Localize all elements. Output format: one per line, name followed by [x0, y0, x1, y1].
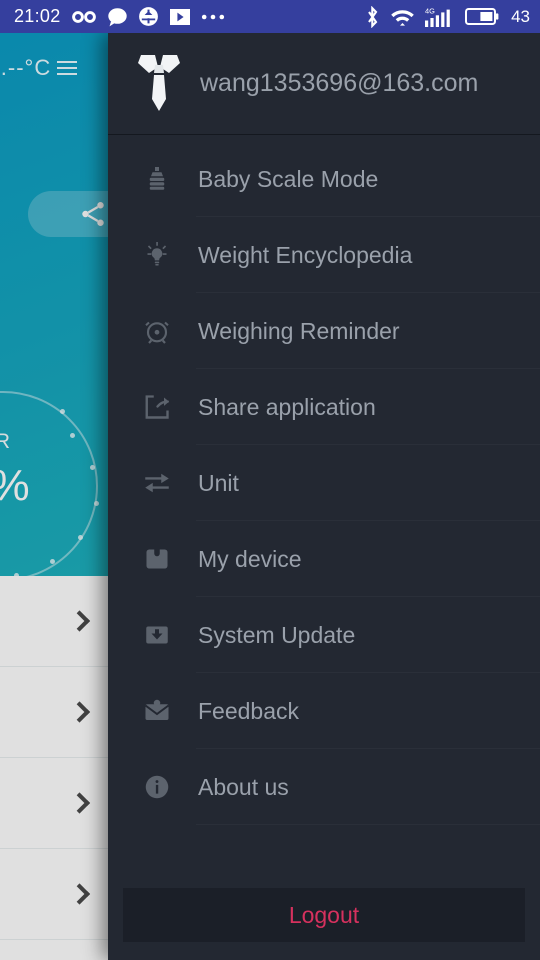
device-scale-icon: [134, 544, 180, 574]
wifi-icon: [390, 6, 415, 27]
swap-arrows-icon: [134, 468, 180, 498]
menu-divider: [196, 824, 540, 825]
menu-item-label: About us: [198, 773, 289, 800]
menu-item-label: Weighing Reminder: [198, 317, 400, 344]
menu-item-feedback[interactable]: Feedback: [108, 673, 540, 749]
menu-item-label: Feedback: [198, 697, 300, 724]
signal-4g-icon: 4G: [425, 6, 455, 28]
menu-item-label: Unit: [198, 469, 239, 496]
status-clock: 21:02: [14, 6, 61, 26]
battery-icon: [465, 7, 499, 26]
menu-item-system-update[interactable]: System Update: [108, 597, 540, 673]
bluetooth-icon: [365, 5, 380, 28]
menu-item-baby-scale-mode[interactable]: Baby Scale Mode: [108, 141, 540, 217]
lightbulb-icon: [134, 240, 180, 270]
chat-bubble-icon: [107, 7, 128, 27]
logout-button[interactable]: Logout: [123, 888, 525, 942]
drawer-menu: Baby Scale Mode Weight Encyclopedia Weig…: [108, 135, 540, 888]
envelope-icon: [134, 696, 180, 726]
more-dots-icon: [201, 13, 225, 21]
menu-item-label: System Update: [198, 621, 356, 648]
battery-percent: 43: [511, 6, 530, 26]
infinity-icon: [71, 8, 97, 26]
menu-item-about-us[interactable]: About us: [108, 749, 540, 825]
menu-item-my-device[interactable]: My device: [108, 521, 540, 597]
account-header[interactable]: wang1353696@163.com: [108, 33, 540, 135]
navigation-drawer: wang1353696@163.com Baby Scale Mode Weig…: [108, 33, 540, 960]
menu-item-label: Baby Scale Mode: [198, 165, 379, 192]
download-box-icon: [134, 620, 180, 650]
sync-circle-icon: [138, 6, 159, 27]
svg-text:4G: 4G: [425, 6, 435, 15]
necktie-icon: [130, 51, 188, 117]
account-email: wang1353696@163.com: [200, 69, 479, 97]
info-circle-icon: [134, 772, 180, 802]
phone-screen: MP:--.--°C BFR: [0, 0, 540, 960]
menu-item-label: Weight Encyclopedia: [198, 241, 413, 268]
menu-item-label: Share application: [198, 393, 376, 420]
play-box-icon: [169, 8, 191, 26]
status-bar: 21:02 4G 43: [0, 0, 540, 33]
status-bar-right: 4G 43: [365, 5, 530, 28]
status-bar-left: 21:02: [14, 6, 365, 27]
share-export-icon: [134, 392, 180, 422]
baby-bottle-icon: [134, 164, 180, 194]
menu-item-share-application[interactable]: Share application: [108, 369, 540, 445]
logout-area: Logout: [108, 888, 540, 960]
menu-item-unit[interactable]: Unit: [108, 445, 540, 521]
menu-item-label: My device: [198, 545, 302, 572]
menu-item-weighing-reminder[interactable]: Weighing Reminder: [108, 293, 540, 369]
menu-item-weight-encyclopedia[interactable]: Weight Encyclopedia: [108, 217, 540, 293]
alarm-clock-icon: [134, 316, 180, 346]
